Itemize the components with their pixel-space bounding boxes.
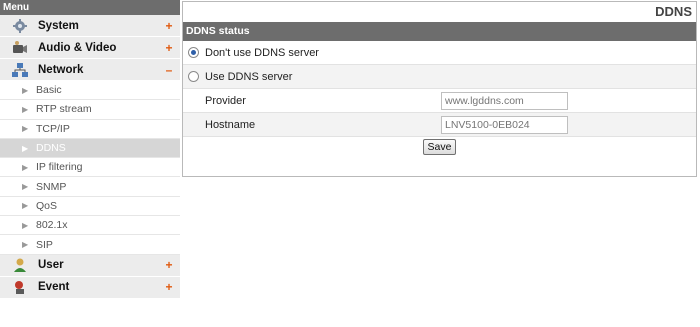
event-icon xyxy=(12,279,28,295)
expand-icon[interactable]: + xyxy=(162,19,176,33)
save-button[interactable]: Save xyxy=(422,139,457,155)
option-use-ddns-row: Use DDNS server xyxy=(183,65,696,89)
network-icon xyxy=(12,62,28,78)
sidebar-item-ip-filtering[interactable]: ▶ IP filtering xyxy=(0,158,180,178)
collapse-icon[interactable]: – xyxy=(162,63,176,77)
sidebar-category-event[interactable]: Event + xyxy=(0,276,180,299)
chevron-right-icon: ▶ xyxy=(22,104,29,114)
hostname-input[interactable] xyxy=(441,115,568,134)
chevron-right-icon: ▶ xyxy=(22,182,29,192)
sidebar-item-label: SIP xyxy=(36,238,53,251)
chevron-right-icon: ▶ xyxy=(22,143,29,153)
sidebar-item-label: TCP/IP xyxy=(36,122,70,135)
sidebar-item-qos[interactable]: ▶ QoS xyxy=(0,196,180,217)
chevron-right-icon: ▶ xyxy=(22,201,29,211)
sidebar-item-8021x[interactable]: ▶ 802.1x xyxy=(0,216,180,236)
provider-label: Provider xyxy=(205,94,246,107)
user-icon xyxy=(12,257,28,273)
camera-icon xyxy=(12,40,28,56)
sidebar-category-label: System xyxy=(38,19,79,32)
gear-icon xyxy=(12,18,28,34)
use-ddns-label[interactable]: Use DDNS server xyxy=(205,71,292,83)
chevron-right-icon: ▶ xyxy=(22,220,29,230)
sidebar-category-user[interactable]: User + xyxy=(0,254,180,277)
sidebar-item-rtp-stream[interactable]: ▶ RTP stream xyxy=(0,100,180,120)
expand-icon[interactable]: + xyxy=(162,280,176,294)
chevron-right-icon: ▶ xyxy=(22,162,29,172)
sidebar-category-label: Audio & Video xyxy=(38,41,117,54)
hostname-label: Hostname xyxy=(205,118,256,131)
no-ddns-label[interactable]: Don't use DDNS server xyxy=(205,47,319,59)
sidebar-category-label: Event xyxy=(38,281,70,294)
sidebar-item-label: QoS xyxy=(36,199,58,212)
sidebar-item-label: Basic xyxy=(36,84,62,97)
sidebar-item-label: DDNS xyxy=(36,142,66,155)
sidebar-item-snmp[interactable]: ▶ SNMP xyxy=(0,177,180,197)
provider-input[interactable] xyxy=(441,91,568,110)
option-no-ddns-row: Don't use DDNS server xyxy=(183,41,696,65)
sidebar-item-label: SNMP xyxy=(36,180,67,193)
ddns-settings-panel: DDNS DDNS status Don't use DDNS server U… xyxy=(182,1,697,177)
sidebar-item-label: 802.1x xyxy=(36,219,68,232)
sidebar-item-ddns[interactable]: ▶ DDNS xyxy=(0,138,180,159)
sidebar-category-network[interactable]: Network – xyxy=(0,59,180,81)
sidebar-item-sip[interactable]: ▶ SIP xyxy=(0,235,180,255)
sidebar-category-label: Network xyxy=(38,63,84,76)
sidebar-category-system[interactable]: System + xyxy=(0,15,180,37)
expand-icon[interactable]: + xyxy=(162,41,176,55)
chevron-right-icon: ▶ xyxy=(22,85,29,95)
page-title: DDNS xyxy=(183,2,696,22)
chevron-right-icon: ▶ xyxy=(22,124,29,134)
hostname-row: Hostname xyxy=(183,113,696,137)
sidebar-item-tcp-ip[interactable]: ▶ TCP/IP xyxy=(0,119,180,139)
save-row: Save xyxy=(183,137,696,157)
no-ddns-radio[interactable] xyxy=(188,47,199,58)
menu-header: Menu xyxy=(0,0,180,15)
use-ddns-radio[interactable] xyxy=(188,71,199,82)
sidebar-category-audio-video[interactable]: Audio & Video + xyxy=(0,37,180,59)
sidebar-menu: Menu System + Audio & Video + Network – … xyxy=(0,0,180,327)
sidebar-item-basic[interactable]: ▶ Basic xyxy=(0,81,180,101)
sidebar-category-label: User xyxy=(38,259,64,272)
sidebar-item-label: IP filtering xyxy=(36,161,83,174)
expand-icon[interactable]: + xyxy=(162,258,176,272)
provider-row: Provider xyxy=(183,89,696,113)
sidebar-item-label: RTP stream xyxy=(36,103,92,116)
section-header: DDNS status xyxy=(183,22,696,41)
chevron-right-icon: ▶ xyxy=(22,240,29,250)
